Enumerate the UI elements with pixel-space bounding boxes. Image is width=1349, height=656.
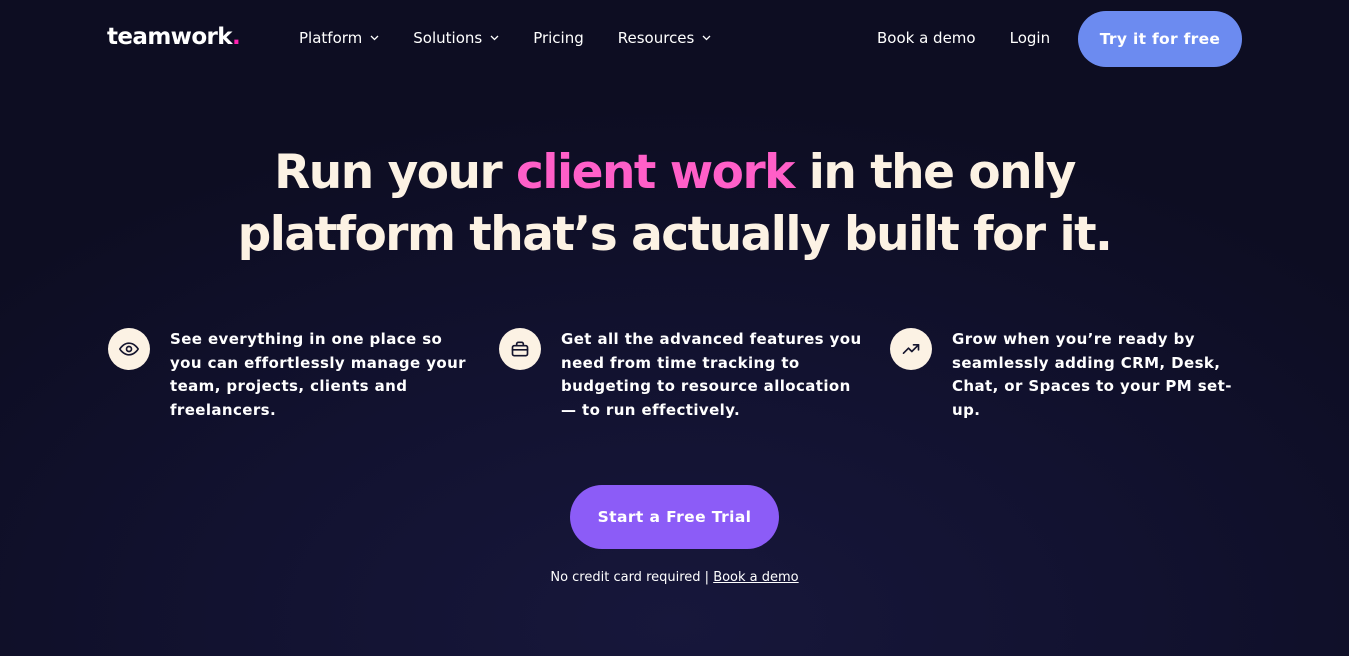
login-link[interactable]: Login bbox=[1010, 29, 1050, 47]
primary-nav-links: Platform Solutions Pricing Resources bbox=[299, 29, 745, 47]
headline-accent: client work bbox=[516, 145, 795, 200]
nav-item-platform[interactable]: Platform bbox=[299, 29, 379, 47]
logo-text: teamwork bbox=[107, 24, 233, 50]
nav-item-label: Resources bbox=[617, 29, 695, 47]
try-it-for-free-button[interactable]: Try it for free bbox=[1078, 11, 1242, 67]
nav-item-solutions[interactable]: Solutions bbox=[413, 29, 499, 47]
eye-icon bbox=[108, 328, 150, 370]
book-demo-link-footer[interactable]: Book a demo bbox=[713, 570, 798, 585]
nav-item-label: Pricing bbox=[533, 29, 584, 47]
feature-advanced: Get all the advanced features you need f… bbox=[499, 328, 864, 422]
start-free-trial-button[interactable]: Start a Free Trial bbox=[570, 485, 779, 549]
book-demo-link[interactable]: Book a demo bbox=[877, 29, 976, 47]
trending-up-icon bbox=[890, 328, 932, 370]
nav-item-pricing[interactable]: Pricing bbox=[533, 29, 584, 47]
headline-line-2: platform that’s actually built for it. bbox=[237, 207, 1113, 262]
top-navigation: teamwork. Platform Solutions Pricing Res… bbox=[0, 0, 1349, 78]
no-credit-card-note: No credit card required | bbox=[550, 570, 714, 585]
chevron-down-icon bbox=[370, 35, 379, 41]
feature-text: Get all the advanced features you need f… bbox=[561, 330, 862, 419]
feature-visibility: See everything in one place so you can e… bbox=[108, 328, 468, 422]
briefcase-icon bbox=[499, 328, 541, 370]
hero-headline: Run your client work in the only platfor… bbox=[0, 142, 1349, 266]
headline-part: in the only bbox=[793, 145, 1077, 200]
cta-subline: No credit card required | Book a demo bbox=[0, 570, 1349, 585]
nav-item-label: Solutions bbox=[413, 29, 483, 47]
feature-text: See everything in one place so you can e… bbox=[170, 330, 466, 419]
secondary-nav-links: Book a demo Login bbox=[877, 29, 1084, 47]
chevron-down-icon bbox=[490, 35, 499, 41]
feature-growth: Grow when you’re ready by seamlessly add… bbox=[890, 328, 1235, 422]
nav-item-resources[interactable]: Resources bbox=[618, 29, 712, 47]
teamwork-logo[interactable]: teamwork. bbox=[107, 24, 241, 50]
logo-dot: . bbox=[231, 24, 241, 50]
feature-text: Grow when you’re ready by seamlessly add… bbox=[952, 330, 1232, 419]
headline-part: Run your bbox=[274, 145, 517, 200]
nav-item-label: Platform bbox=[299, 29, 363, 47]
chevron-down-icon bbox=[702, 35, 711, 41]
